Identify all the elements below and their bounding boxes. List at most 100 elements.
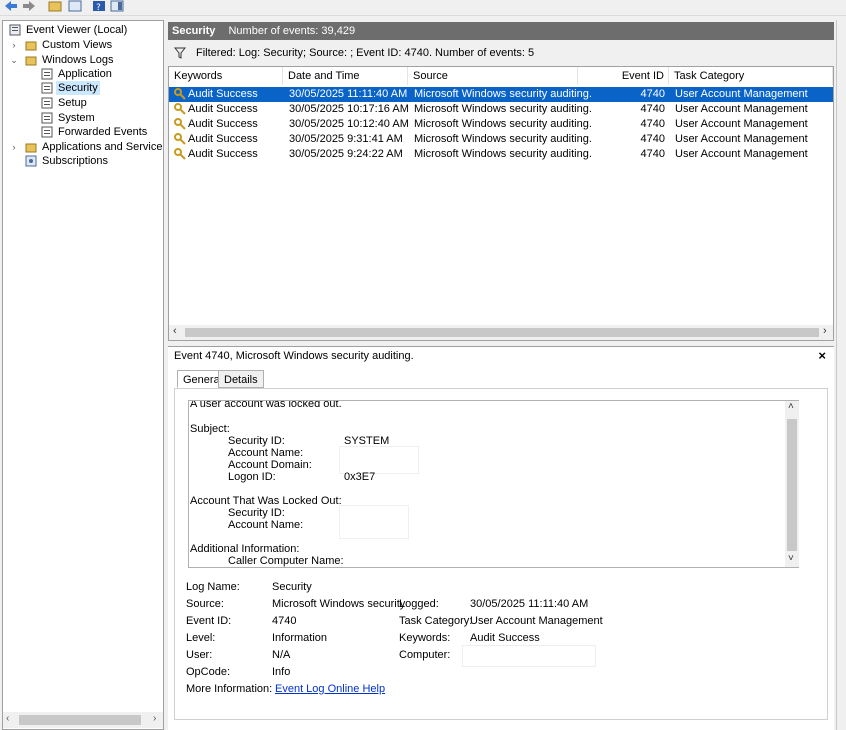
tree-item-custom-views[interactable]: › Custom Views [5,38,145,52]
logged-value: 30/05/2025 11:11:40 AM [470,598,589,610]
scroll-up-icon[interactable]: ˄ [788,401,794,412]
tree-item-subscriptions[interactable]: Subscriptions [5,154,145,168]
close-icon[interactable]: × [818,347,826,365]
scroll-down-icon[interactable]: ˅ [788,553,794,564]
cell-task-category: User Account Management [675,118,808,130]
log-title: Security [172,25,216,37]
table-row[interactable]: Audit Success 30/05/2025 9:24:22 AM Micr… [169,147,833,162]
folder-icon [25,56,37,66]
table-row[interactable]: Audit Success 30/05/2025 10:12:40 AM Mic… [169,117,833,132]
back-arrow-icon[interactable] [4,0,18,12]
redacted-box [339,505,409,539]
description-vertical-scrollbar[interactable]: ˄ ˅ [785,401,799,567]
chevron-right-icon[interactable]: › [9,38,19,52]
tree-item-setup[interactable]: Setup [41,96,151,110]
scroll-left-icon[interactable]: ‹ [6,713,9,724]
chevron-right-icon[interactable]: › [9,140,19,154]
cell-source: Microsoft Windows security auditing. [414,133,592,145]
desc-additional: Additional Information: [190,543,300,555]
desc-account-name-label: Account Name: [228,447,304,459]
logged-label: Logged: [399,598,439,610]
event-id-value: 4740 [272,615,297,627]
tree-label-system: System [58,112,95,124]
folder-up-icon[interactable] [48,0,62,12]
desc-account-domain-label: Account Domain: [228,459,312,471]
key-icon [174,133,186,145]
log-name-value: Security [272,581,312,593]
log-icon [41,126,53,138]
source-label: Source: [186,598,224,610]
folder-icon [25,41,37,51]
table-row[interactable]: Audit Success 30/05/2025 10:17:16 AM Mic… [169,102,833,117]
tab-details[interactable]: Details [218,370,264,388]
show-pane-icon[interactable] [110,0,124,12]
tree-item-applications-services[interactable]: › Applications and Services Lo [5,140,164,154]
keywords-value: Audit Success [470,632,540,644]
scroll-left-icon[interactable]: ‹ [173,325,177,337]
help-icon[interactable]: ? [92,0,106,12]
column-task-category[interactable]: Task Category [669,67,833,85]
tree-item-application[interactable]: Application [41,67,151,81]
properties-icon[interactable] [68,0,82,12]
cell-task-category: User Account Management [675,133,808,145]
tree-item-security[interactable]: Security [41,81,100,95]
column-source[interactable]: Source [408,67,578,85]
cell-date-time: 30/05/2025 9:31:41 AM [289,133,403,145]
redacted-box [339,446,419,474]
tree-label-forwarded-events: Forwarded Events [58,126,148,138]
toolbar: ? [0,0,846,16]
column-date-time[interactable]: Date and Time [283,67,408,85]
desc-caller: Caller Computer Name: [228,555,344,567]
cell-event-id: 4740 [640,133,665,145]
key-icon [174,88,186,100]
forward-arrow-icon[interactable] [22,0,36,12]
scroll-thumb[interactable] [19,715,141,725]
event-description: A user account was locked out. Subject: … [188,400,799,568]
filter-text: Filtered: Log: Security; Source: ; Event… [196,47,535,59]
key-icon [174,148,186,160]
tree-item-windows-logs[interactable]: ⌄ Windows Logs [5,53,145,67]
desc-locked-name-label: Account Name: [228,519,304,531]
scroll-right-icon[interactable]: › [153,713,156,724]
cell-date-time: 30/05/2025 10:17:16 AM [289,103,409,115]
tree-item-system[interactable]: System [41,111,151,125]
filter-bar: Filtered: Log: Security; Source: ; Event… [168,43,834,63]
event-details-title-bar: Event 4740, Microsoft Windows security a… [168,346,834,364]
cell-event-id: 4740 [640,118,665,130]
desc-logon-label: Logon ID: [228,471,276,483]
events-grid: Keywords Date and Time Source Event ID T… [168,66,834,341]
table-row[interactable]: Audit Success 30/05/2025 11:11:40 AM Mic… [169,87,833,102]
key-icon [174,103,186,115]
tree-label-security: Security [56,81,100,95]
event-details-title: Event 4740, Microsoft Windows security a… [174,350,414,362]
filter-icon [174,47,186,59]
event-viewer-icon [9,24,21,36]
cell-keywords: Audit Success [188,103,258,115]
log-icon [41,82,53,94]
log-header: Security Number of events: 39,429 [168,22,834,40]
desc-logon-value: 0x3E7 [344,471,376,483]
tree-item-forwarded-events[interactable]: Forwarded Events [41,125,161,139]
log-icon [41,68,53,80]
event-log-online-help-link[interactable]: Event Log Online Help [275,683,385,695]
scroll-thumb[interactable] [185,328,819,337]
column-event-id[interactable]: Event ID [578,67,669,85]
desc-subject: Subject: [190,423,230,435]
desc-sid-label: Security ID: [228,435,285,447]
column-keywords[interactable]: Keywords [169,67,283,85]
svg-text:?: ? [96,3,101,12]
key-icon [174,118,186,130]
tree-horizontal-scrollbar[interactable]: ‹ › [3,712,163,728]
user-label: User: [186,649,213,661]
level-value: Information [272,632,328,644]
scroll-thumb[interactable] [787,419,797,551]
grid-horizontal-scrollbar[interactable]: ‹ › [169,325,833,340]
chevron-down-icon[interactable]: ⌄ [9,53,19,67]
task-category-value: User Account Management [470,615,603,627]
cell-task-category: User Account Management [675,103,808,115]
task-category-label: Task Category: [399,615,473,627]
cell-date-time: 30/05/2025 10:12:40 AM [289,118,409,130]
cell-source: Microsoft Windows security auditing. [414,103,592,115]
scroll-right-icon[interactable]: › [823,325,827,337]
table-row[interactable]: Audit Success 30/05/2025 9:31:41 AM Micr… [169,132,833,147]
